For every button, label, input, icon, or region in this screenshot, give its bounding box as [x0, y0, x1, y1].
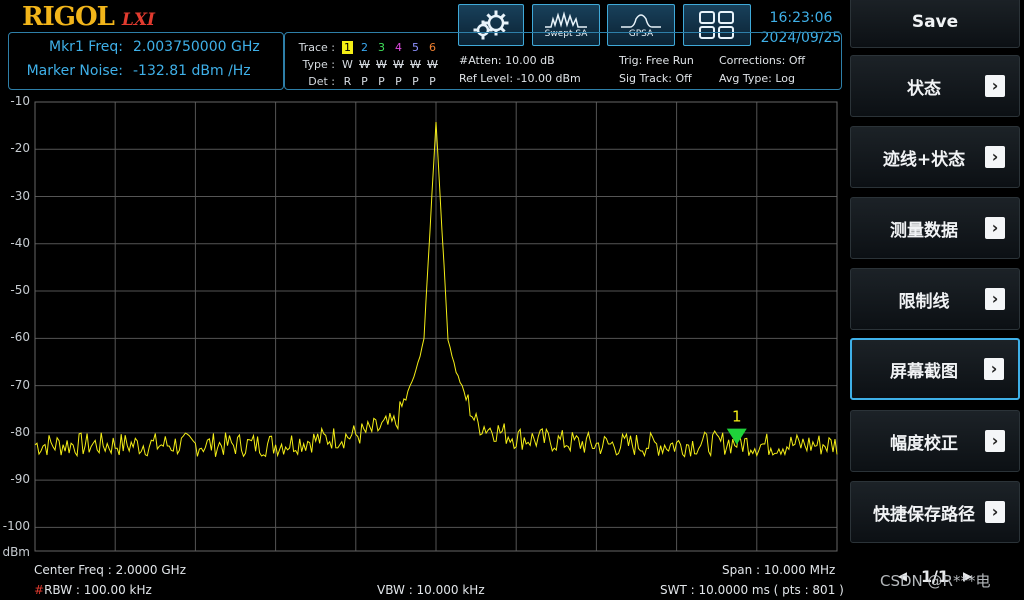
swept-sa-icon [545, 11, 587, 28]
marker-info-panel: Mkr1 Freq: 2.003750000 GHz Marker Noise: -… [8, 32, 284, 90]
trace-5-number: 5 [412, 41, 419, 54]
corrections-status: Corrections: Off [719, 54, 806, 67]
avg-type-status: Avg Type: Log [719, 72, 795, 85]
trace-4-type: W [393, 58, 404, 71]
trace-1-type: W [342, 58, 353, 71]
rbw: RBW : 100.00 kHz [44, 583, 152, 597]
marker-1-label: 1 [732, 408, 742, 426]
atten-status: #Atten: 10.00 dB [459, 54, 555, 67]
marker-freq-label: Mkr1 Freq: [49, 39, 123, 55]
trace-6-number: 6 [429, 41, 436, 54]
rbw-coupled-flag: # [34, 583, 45, 597]
marker-1-triangle [726, 428, 747, 445]
save-button[interactable]: Save [850, 0, 1020, 48]
trace-2-det: P [361, 75, 368, 88]
rigol-logo: RIGOL LXI [22, 2, 155, 32]
chevron-right-icon: › [985, 146, 1005, 168]
lxi-logo: LXI [121, 10, 156, 30]
status-label: 状态 [907, 78, 941, 99]
trace-2-type: W [359, 58, 370, 71]
chevron-right-icon: › [985, 75, 1005, 97]
status-button[interactable]: 状态 › [850, 55, 1020, 117]
rbw-row: #RBW : 100.00 kHz [34, 583, 152, 597]
marker-noise-value: -132.81 dBm /Hz [133, 63, 251, 79]
csdn-watermark: CSDN @R***电 [880, 572, 991, 590]
chevron-right-icon: › [985, 217, 1005, 239]
quick-save-path-label: 快捷保存路径 [873, 504, 975, 525]
amplitude-correction-button[interactable]: 幅度校正 › [850, 410, 1020, 472]
ref-level-status: Ref Level: -10.00 dBm [459, 72, 581, 85]
swt: SWT : 10.0000 ms ( pts : 801 ) [660, 583, 844, 597]
trace-3-det: P [378, 75, 385, 88]
spectrum-graph[interactable]: 1 [0, 92, 846, 560]
trace-6-type: W [427, 58, 438, 71]
sig-track-status: Sig Track: Off [619, 72, 692, 85]
chevron-right-icon: › [985, 430, 1005, 452]
save-label: Save [911, 12, 959, 32]
trace-type-row: Type : W W W W W W [293, 56, 441, 73]
trace-det-row: Det : R P P P P P [293, 73, 441, 90]
screenshot-label: 屏幕截图 [890, 361, 958, 382]
measurement-data-button[interactable]: 测量数据 › [850, 197, 1020, 259]
det-label: Det : [308, 75, 335, 88]
trace-grid: Trace : 1 2 3 4 5 6 Type : W W W W W W D… [293, 39, 441, 90]
measurement-data-label: 测量数据 [890, 220, 958, 241]
span: Span : 10.000 MHz [722, 563, 836, 577]
screenshot-button[interactable]: 屏幕截图 › [850, 338, 1020, 400]
center-freq: Center Freq : 2.0000 GHz [34, 563, 186, 577]
trace-5-det: P [412, 75, 419, 88]
time-display: 16:23:06 [769, 10, 833, 26]
marker-freq-value: 2.003750000 GHz [133, 39, 260, 55]
spectrum-plot[interactable]: -10 -20 -30 -40 -50 -60 -70 -80 -90 -100 dBm 1 [0, 92, 846, 560]
marker-noise-row: Marker Noise: -132.81 dBm /Hz [13, 63, 251, 79]
trace-label: Trace : [298, 41, 335, 54]
trace-1-det: R [343, 75, 352, 88]
limit-line-label: 限制线 [898, 291, 950, 312]
trace-5-type: W [410, 58, 421, 71]
chevron-right-icon: › [985, 501, 1005, 523]
chevron-right-icon: › [985, 288, 1005, 310]
softkey-sidebar: Save 状态 › 迹线+状态 › 测量数据 › 限制线 › 屏幕截图 › 幅度… [846, 0, 1024, 600]
trace-2-number: 2 [361, 41, 368, 54]
trig-status: Trig: Free Run [619, 54, 694, 67]
trace-4-det: P [395, 75, 402, 88]
type-label: Type : [302, 58, 335, 71]
marker-noise-label: Marker Noise: [26, 63, 123, 79]
gpsa-icon [621, 14, 661, 28]
vbw: VBW : 10.000 kHz [377, 583, 485, 597]
trace-3-number: 3 [378, 41, 385, 54]
trace-3-type: W [376, 58, 387, 71]
trace-status-button[interactable]: 迹线+状态 › [850, 126, 1020, 188]
trace-4-number: 4 [395, 41, 402, 54]
amplitude-correction-label: 幅度校正 [890, 433, 958, 454]
trace-1-number: 1 [342, 41, 353, 54]
limit-line-button[interactable]: 限制线 › [850, 268, 1020, 330]
trace-6-det: P [429, 75, 436, 88]
quick-save-path-button[interactable]: 快捷保存路径 › [850, 481, 1020, 543]
trace-number-row: Trace : 1 2 3 4 5 6 [293, 39, 441, 56]
marker-freq-row: Mkr1 Freq: 2.003750000 GHz [13, 39, 260, 55]
trace-status-label: 迹线+状态 [882, 149, 966, 170]
brand-name: RIGOL [22, 2, 115, 32]
trace-settings-panel[interactable]: Trace : 1 2 3 4 5 6 Type : W W W W W W D… [284, 32, 842, 90]
chevron-right-icon: › [984, 358, 1004, 380]
